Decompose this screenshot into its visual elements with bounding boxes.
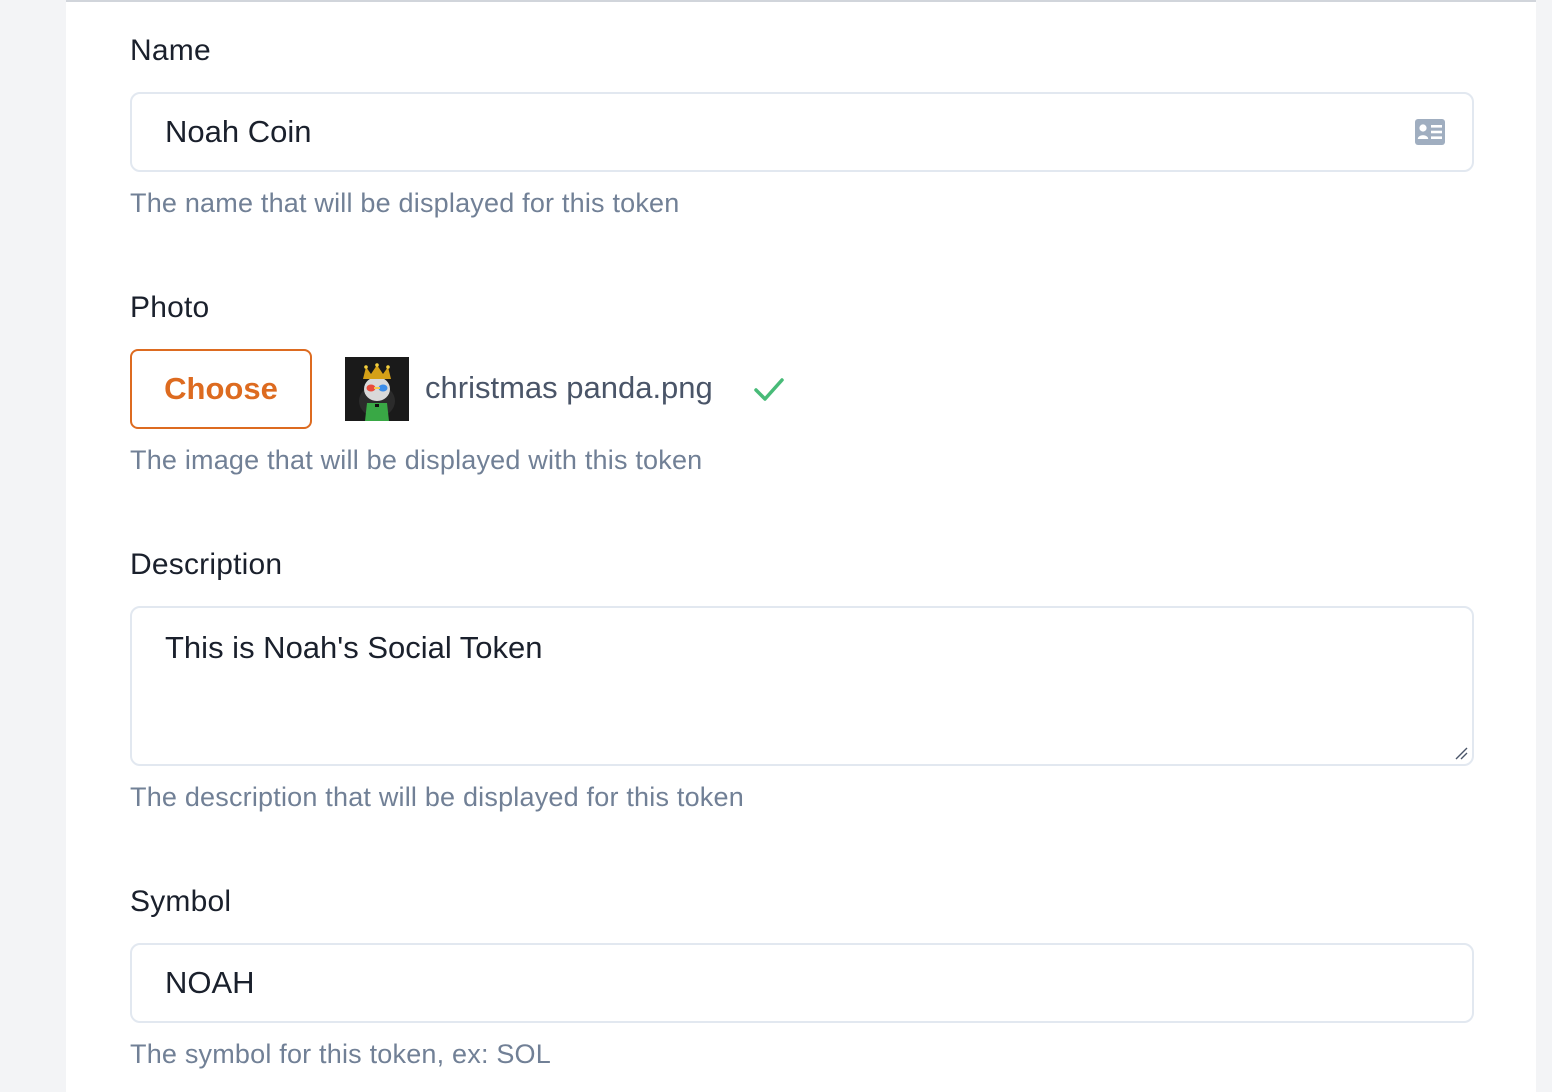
check-icon — [754, 378, 784, 401]
symbol-helper: The symbol for this token, ex: SOL — [130, 1039, 551, 1069]
name-helper: The name that will be displayed for this… — [130, 188, 680, 218]
name-label: Name — [130, 34, 211, 67]
description-textarea[interactable]: This is Noah's Social Token — [130, 606, 1474, 766]
contact-card-icon — [1415, 119, 1445, 145]
form-panel: Name Noah Coin The name that will be dis… — [66, 0, 1536, 1092]
choose-photo-button[interactable]: Choose — [130, 349, 312, 429]
photo-helper: The image that will be displayed with th… — [130, 445, 703, 475]
photo-label: Photo — [130, 291, 210, 324]
description-helper: The description that will be displayed f… — [130, 782, 744, 812]
name-input[interactable]: Noah Coin — [130, 92, 1474, 172]
photo-file-name: christmas panda.png — [425, 370, 713, 405]
symbol-input[interactable]: NOAH — [130, 943, 1474, 1023]
description-label: Description — [130, 548, 283, 581]
name-input-value: Noah Coin — [165, 114, 312, 149]
symbol-label: Symbol — [130, 885, 232, 918]
resize-handle-icon[interactable] — [1454, 746, 1468, 760]
photo-thumbnail — [345, 357, 409, 421]
symbol-input-value: NOAH — [165, 965, 255, 1000]
description-value: This is Noah's Social Token — [165, 630, 543, 665]
